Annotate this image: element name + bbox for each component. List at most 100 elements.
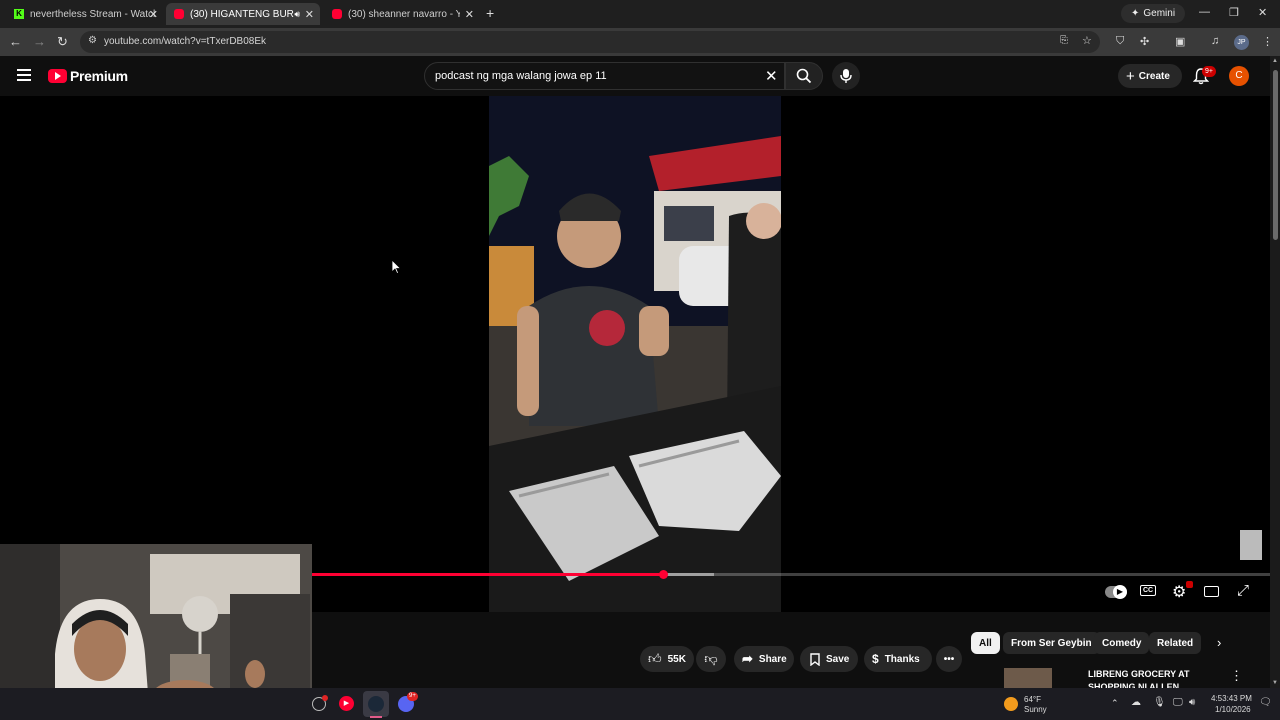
autoplay-toggle[interactable]: ▶	[1105, 585, 1127, 599]
windows-taskbar: ▶ 9+ 64°F Sunny ⌃ ☁ 🎙︎ 🖵 🔊︎ 4:53:43 PM 1…	[0, 688, 1280, 720]
dislike-button[interactable]: 👎︎	[696, 646, 726, 672]
kick-icon: K	[14, 9, 24, 19]
share-label: Share	[758, 653, 787, 665]
share-arrow-icon: ➦	[742, 651, 753, 666]
discord-badge: 9+	[407, 692, 418, 701]
bookmark-star-icon[interactable]: ☆	[1082, 34, 1092, 47]
youtube-header: Premium podcast ng mga walang jowa ep 11…	[0, 56, 1280, 96]
youtube-icon	[332, 9, 342, 19]
progress-scrubber-handle[interactable]	[658, 570, 668, 579]
captions-button[interactable]: CC	[1140, 585, 1157, 596]
chip-all[interactable]: All	[971, 632, 1000, 654]
address-bar[interactable]: ⚙ youtube.com/watch?v=tTxerDB08Ek ⎘ ☆	[80, 31, 1100, 53]
notifications-center-icon[interactable]: 🗨	[1259, 697, 1272, 708]
search-query-text: podcast ng mga walang jowa ep 11	[435, 70, 607, 82]
chip-from-ser-geybin[interactable]: From Ser Geybin	[1003, 632, 1100, 654]
theater-mode-icon[interactable]	[1204, 586, 1219, 597]
browser-tab-strip: K nevertheless Stream - Watch Li ✕ (30) …	[0, 0, 1280, 28]
thanks-button[interactable]: $ Thanks	[864, 646, 932, 672]
progress-played	[312, 573, 663, 576]
split-view-icon[interactable]: ▣	[1175, 35, 1185, 48]
restore-button[interactable]: ❐	[1229, 6, 1239, 19]
kebab-menu-icon[interactable]: ⋮	[1230, 668, 1243, 684]
like-count: 55K	[667, 653, 686, 665]
volume-icon[interactable]: 🔊︎	[1189, 697, 1195, 708]
browser-toolbar: ← → ↻ ⚙ youtube.com/watch?v=tTxerDB08Ek …	[0, 28, 1280, 56]
hamburger-menu-icon[interactable]	[17, 69, 31, 81]
forward-button[interactable]: →	[33, 34, 46, 49]
close-icon[interactable]: ✕	[465, 8, 474, 21]
chevron-right-icon[interactable]: ›	[1217, 635, 1221, 650]
site-info-icon[interactable]: ⚙	[88, 35, 97, 46]
tab-title: (30) sheanner navarro - YouTub	[348, 8, 460, 20]
more-actions-button[interactable]: •••	[936, 646, 962, 672]
clear-search-icon[interactable]: ✕	[765, 67, 778, 85]
youtube-play-logo-icon	[48, 69, 67, 83]
extensions-puzzle-icon[interactable]: ✣	[1140, 35, 1149, 48]
voice-search-button[interactable]	[832, 62, 860, 90]
related-video-thumbnail[interactable]	[1004, 668, 1052, 688]
tab-kick-stream[interactable]: K nevertheless Stream - Watch Li ✕	[6, 3, 164, 25]
scroll-down-arrow-icon[interactable]: ▼	[1272, 680, 1278, 686]
microphone-tray-icon[interactable]: 🎙︎	[1153, 697, 1166, 708]
youtube-music-icon[interactable]: ▶	[339, 696, 354, 711]
clock-time[interactable]: 4:53:43 PM	[1211, 694, 1252, 703]
video-player[interactable]: ▶ CC ⚙ ⤢	[0, 96, 1270, 612]
reload-button[interactable]: ↻	[57, 34, 68, 50]
weather-temperature[interactable]: 64°F	[1024, 695, 1041, 704]
more-menu-icon[interactable]: ⋮	[1262, 35, 1273, 48]
profile-avatar[interactable]: JP	[1234, 35, 1249, 50]
gemini-label: Gemini	[1143, 8, 1176, 19]
taskbar-active-app[interactable]	[363, 691, 389, 717]
thumbs-down-icon: 👎︎	[704, 651, 718, 666]
create-label: Create	[1138, 70, 1170, 82]
close-icon[interactable]: ✕	[305, 8, 314, 21]
scrollbar-thumb[interactable]	[1273, 70, 1278, 240]
like-button[interactable]: 👍︎ 55K	[640, 646, 694, 672]
scroll-up-arrow-icon[interactable]: ▲	[1272, 58, 1278, 64]
weather-description[interactable]: Sunny	[1024, 705, 1047, 714]
video-frame[interactable]	[489, 96, 781, 612]
install-app-icon[interactable]: ⎘	[1060, 35, 1068, 46]
speaker-icon[interactable]: 🔊︎	[294, 9, 300, 20]
progress-bar[interactable]	[312, 570, 1270, 579]
related-video-title[interactable]: LIBRENG GROCERY AT SHOPPING NI ALLEN	[1088, 668, 1208, 688]
search-button[interactable]	[785, 62, 823, 90]
thumbs-up-icon: 👍︎	[648, 651, 662, 666]
page-scrollbar[interactable]: ▲ ▼	[1270, 56, 1280, 688]
microphone-icon	[840, 69, 852, 83]
play-icon: ▶	[1113, 585, 1127, 599]
share-button[interactable]: ➦ Share	[734, 646, 794, 672]
tab-youtube-sheanner[interactable]: (30) sheanner navarro - YouTub ✕	[324, 3, 480, 25]
fullscreen-icon[interactable]: ⤢	[1237, 582, 1249, 599]
channel-watermark[interactable]	[1240, 530, 1262, 560]
avatar[interactable]: C	[1229, 66, 1249, 86]
window-close-button[interactable]: ✕	[1258, 6, 1267, 19]
steam-icon	[368, 696, 384, 712]
media-controls-icon[interactable]: ♫	[1211, 35, 1219, 47]
network-monitor-icon[interactable]: 🖵	[1173, 697, 1183, 708]
hd-badge	[1186, 581, 1193, 588]
cloud-sync-icon[interactable]: ☁	[1131, 697, 1141, 708]
close-icon[interactable]: ✕	[149, 8, 158, 21]
tray-overflow-chevron-icon[interactable]: ⌃	[1111, 698, 1119, 709]
plus-icon: +	[1126, 67, 1135, 85]
tab-title: nevertheless Stream - Watch Li	[30, 8, 156, 20]
minimize-button[interactable]: —	[1199, 6, 1210, 18]
chip-comedy[interactable]: Comedy	[1094, 632, 1150, 654]
shield-extension-icon[interactable]: ⛉	[1116, 35, 1124, 48]
active-app-underline	[370, 716, 382, 718]
sun-weather-icon[interactable]	[1004, 697, 1018, 711]
save-button[interactable]: Save	[800, 646, 858, 672]
new-tab-button[interactable]: +	[486, 5, 494, 21]
youtube-premium-logo[interactable]: Premium	[48, 68, 128, 84]
chip-related[interactable]: Related	[1149, 632, 1202, 654]
search-input[interactable]: podcast ng mga walang jowa ep 11 ✕	[424, 62, 785, 90]
tab-youtube-burger[interactable]: (30) HIGANTENG BURGER S 🔊︎ ✕	[166, 3, 320, 25]
gemini-button[interactable]: ✦ Gemini	[1121, 4, 1186, 23]
settings-gear-icon[interactable]: ⚙	[1172, 582, 1186, 602]
back-button[interactable]: ←	[9, 34, 22, 49]
bookmark-icon	[810, 652, 820, 666]
create-button[interactable]: + Create	[1118, 64, 1182, 88]
clock-date[interactable]: 1/10/2026	[1215, 705, 1251, 714]
